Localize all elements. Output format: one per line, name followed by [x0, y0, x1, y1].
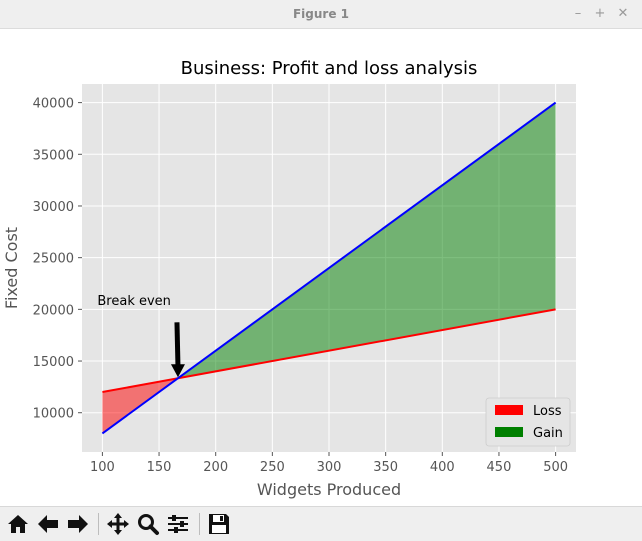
arrow-left-icon [38, 515, 58, 533]
legend-label-loss: Loss [533, 404, 562, 419]
figure-canvas[interactable]: 100 150 200 250 300 350 400 450 500 10000 15000 20… [0, 29, 642, 505]
legend-swatch-gain [495, 427, 523, 437]
move-icon [107, 513, 129, 535]
x-tick-label: 100 [90, 460, 115, 475]
y-axis-label: Fixed Cost [2, 227, 21, 309]
annotation-text: Break even [97, 294, 171, 309]
x-tick-label: 250 [260, 460, 285, 475]
magnifier-icon [138, 514, 159, 535]
chart: 100 150 200 250 300 350 400 450 500 10000 15000 20… [2, 58, 576, 499]
x-tick-label: 450 [487, 460, 512, 475]
window-title: Figure 1 [292, 7, 350, 21]
home-icon [8, 515, 28, 533]
y-tick-label: 15000 [33, 355, 74, 370]
x-tick-label: 150 [147, 460, 172, 475]
zoom-button[interactable] [135, 511, 161, 537]
x-tick-label: 200 [203, 460, 228, 475]
chart-title: Business: Profit and loss analysis [181, 58, 478, 79]
toolbar-separator [199, 513, 200, 535]
legend-swatch-loss [495, 405, 523, 415]
x-tick-label: 350 [373, 460, 398, 475]
y-tick-label: 25000 [33, 252, 74, 267]
back-button[interactable] [35, 511, 61, 537]
maximize-icon[interactable]: + [591, 5, 609, 23]
toolbar-separator [98, 513, 99, 535]
y-tick-label: 30000 [33, 200, 74, 215]
arrow-right-icon [68, 515, 88, 533]
forward-button[interactable] [65, 511, 91, 537]
close-icon[interactable]: ✕ [614, 5, 632, 23]
legend: Loss Gain [485, 397, 571, 447]
legend-label-gain: Gain [533, 426, 563, 441]
x-axis-label: Widgets Produced [257, 480, 401, 499]
x-tick-label: 300 [317, 460, 342, 475]
navigation-toolbar [0, 506, 642, 541]
y-tick-label: 10000 [33, 407, 74, 422]
configure-subplots-button[interactable] [165, 511, 191, 537]
pan-button[interactable] [105, 511, 131, 537]
y-tick-label: 40000 [33, 97, 74, 112]
x-tick-label: 500 [543, 460, 568, 475]
home-button[interactable] [5, 511, 31, 537]
y-tick-label: 20000 [33, 303, 74, 318]
floppy-disk-icon [209, 514, 229, 534]
minimize-icon[interactable]: – [569, 5, 587, 23]
y-tick-label: 35000 [33, 148, 74, 163]
x-tick-label: 400 [430, 460, 455, 475]
window-titlebar: Figure 1 – + ✕ [0, 0, 642, 29]
save-button[interactable] [206, 511, 232, 537]
sliders-icon [168, 515, 188, 533]
annotation-arrow-shaft [174, 322, 181, 367]
